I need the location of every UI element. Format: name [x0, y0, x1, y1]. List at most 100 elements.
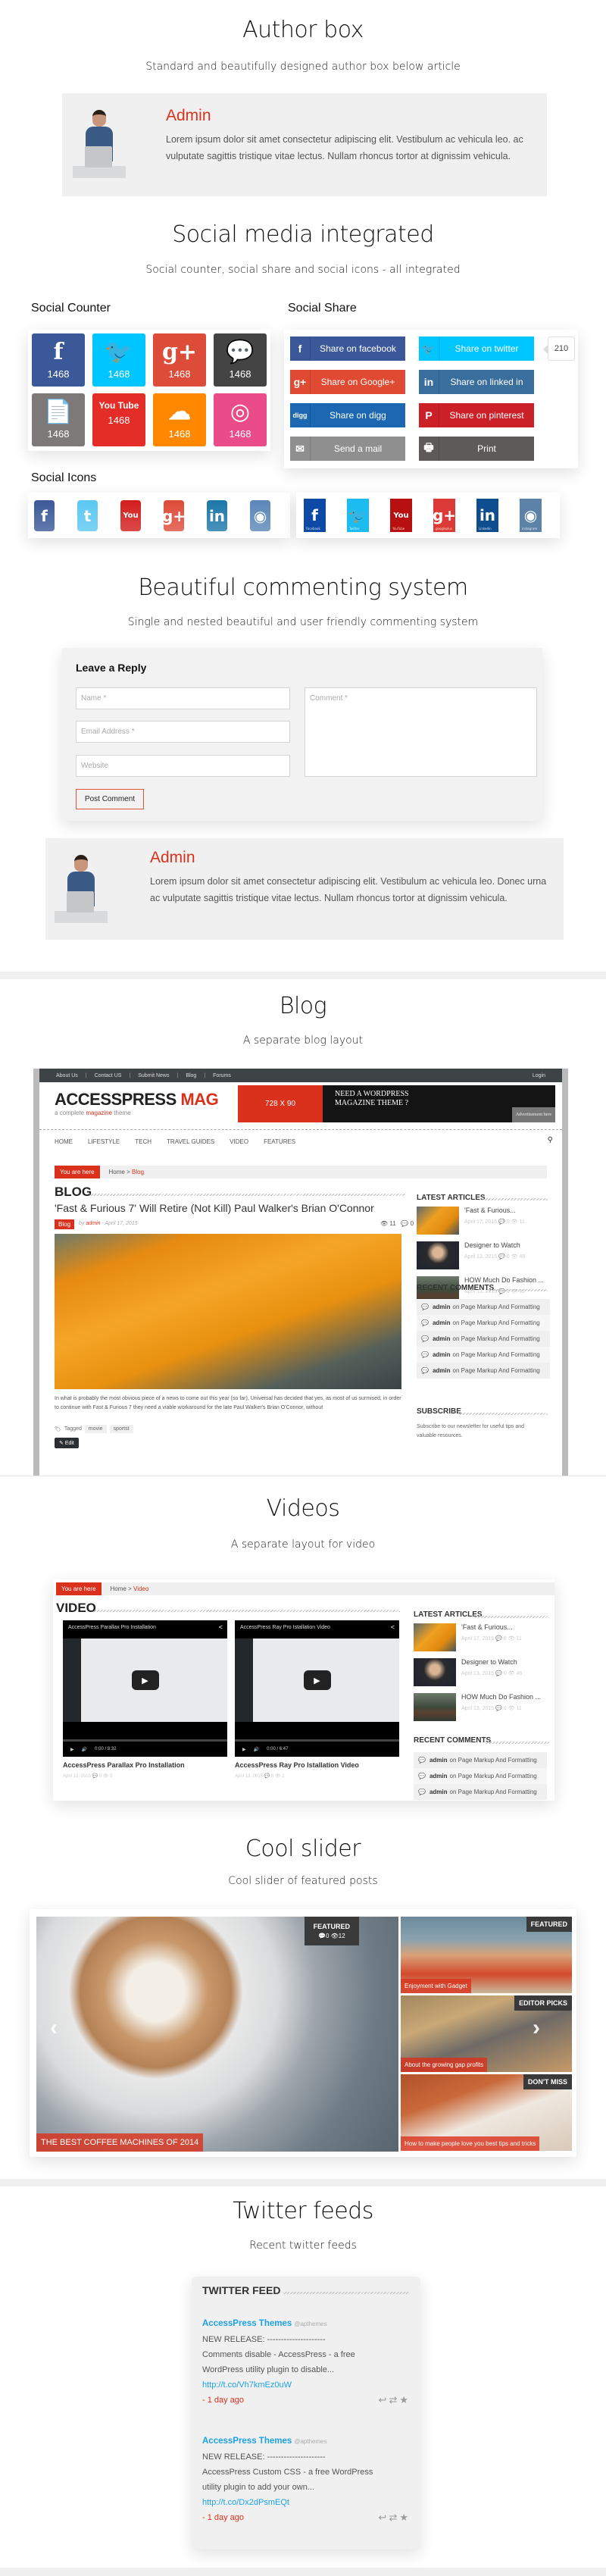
post-tag[interactable]: sportst: [109, 1425, 133, 1433]
side-slide-caption[interactable]: Enjoyment with Gadget: [401, 1979, 471, 1993]
side-slide[interactable]: EDITOR PICKS About the growing gap profit…: [401, 1995, 572, 2072]
twitter-icon[interactable]: t: [77, 500, 98, 531]
counter-tile-facebook[interactable]: f 1468: [32, 333, 85, 387]
side-slide-caption[interactable]: How to make people love you best tips an…: [401, 2136, 540, 2151]
topbar-link[interactable]: Submit News: [138, 1073, 169, 1078]
play-button[interactable]: ▶: [131, 1670, 159, 1690]
retweet-icon[interactable]: ⇄: [389, 2512, 399, 2523]
article-title[interactable]: HOW Much Do Fashion ...: [461, 1693, 541, 1701]
website-input[interactable]: Website: [76, 755, 290, 777]
reply-icon[interactable]: ↩: [379, 2512, 389, 2523]
share-mail-button[interactable]: ✉ Send a mail: [290, 437, 405, 461]
linkedin-icon[interactable]: in: [207, 500, 227, 531]
twitter-icon[interactable]: 🐦 Twitter: [347, 499, 369, 532]
post-featured-image[interactable]: [55, 1234, 401, 1389]
favorite-icon[interactable]: ★: [399, 2394, 411, 2405]
tweet-handle[interactable]: @apthemes: [294, 2321, 326, 2327]
volume-icon[interactable]: 🔊: [254, 1747, 259, 1752]
facebook-icon[interactable]: f Facebook: [304, 499, 326, 532]
share-digg-button[interactable]: digg Share on digg: [290, 403, 405, 427]
site-logo[interactable]: ACCESSPRESS MAG: [55, 1090, 219, 1110]
recent-comment-item[interactable]: 💬 admin on Page Markup And Formatting: [414, 1768, 547, 1784]
search-icon[interactable]: ⚲: [548, 1136, 553, 1144]
topbar-link[interactable]: Blog: [186, 1073, 196, 1078]
youtube-icon[interactable]: You: [120, 500, 141, 531]
tweet-account[interactable]: AccessPress Themes: [202, 2437, 292, 2446]
recent-comment-item[interactable]: 💬 admin on Page Markup And Formatting: [417, 1315, 550, 1331]
instagram-icon[interactable]: ◉ instagram: [520, 499, 542, 532]
video-caption[interactable]: AccessPress Parallax Pro Installation: [63, 1761, 185, 1769]
slider-next-arrow[interactable]: ›: [533, 2015, 540, 2041]
recent-comment-item[interactable]: 💬 admin on Page Markup And Formatting: [417, 1347, 550, 1363]
meta-author[interactable]: admin: [86, 1221, 100, 1226]
share-pinterest-button[interactable]: P Share on pinterest: [419, 403, 534, 427]
nav-item-home[interactable]: HOME: [55, 1138, 73, 1145]
facebook-icon[interactable]: f: [34, 500, 55, 531]
comment-post[interactable]: Page Markup And Formatting: [461, 1367, 540, 1374]
recent-comment-item[interactable]: 💬 admin on Page Markup And Formatting: [414, 1784, 547, 1800]
video-player[interactable]: AccessPress Parallax Pro Installation < ▶ ▶…: [63, 1620, 227, 1757]
comment-post[interactable]: Page Markup And Formatting: [461, 1351, 540, 1358]
nav-item-tech[interactable]: TECH: [135, 1138, 152, 1145]
recent-comment-item[interactable]: 💬 admin on Page Markup And Formatting: [414, 1752, 547, 1768]
comment-post[interactable]: Page Markup And Formatting: [458, 1789, 537, 1795]
article-title[interactable]: 'Fast & Furious...: [464, 1207, 525, 1214]
side-slide-caption[interactable]: About the growing gap profits: [401, 2058, 488, 2072]
googleplus-icon[interactable]: g+: [162, 500, 186, 531]
comment-author[interactable]: admin: [433, 1335, 451, 1342]
comment-post[interactable]: Page Markup And Formatting: [461, 1319, 540, 1326]
tweet-account[interactable]: AccessPress Themes: [202, 2319, 292, 2328]
nav-item-lifestyle[interactable]: LIFESTYLE: [88, 1138, 120, 1145]
counter-tile-googleplus[interactable]: g+ 1468: [153, 333, 206, 387]
recent-comment-item[interactable]: 💬 admin on Page Markup And Formatting: [417, 1363, 550, 1379]
latest-article-item[interactable]: 'Fast & Furious... April 17, 2015 💬 0 👁 1…: [417, 1207, 525, 1235]
article-thumbnail[interactable]: [417, 1241, 459, 1269]
slider-prev-arrow[interactable]: ‹: [50, 2015, 58, 2041]
comment-post[interactable]: Page Markup And Formatting: [461, 1304, 540, 1310]
comment-author[interactable]: admin: [433, 1319, 451, 1326]
slide-main-caption[interactable]: THE BEST COFFEE MACHINES OF 2014: [36, 2133, 204, 2152]
post-comment-button[interactable]: Post Comment: [76, 789, 144, 809]
slide-main[interactable]: FEATURED 💬0 👁12 THE BEST COFFEE MACHINES …: [36, 1917, 398, 2152]
tweet-handle[interactable]: @apthemes: [294, 2438, 326, 2445]
retweet-icon[interactable]: ⇄: [389, 2394, 399, 2405]
favorite-icon[interactable]: ★: [399, 2512, 411, 2523]
comment-author[interactable]: admin: [430, 1757, 448, 1764]
volume-icon[interactable]: 🔊: [82, 1747, 87, 1752]
linkedin-icon[interactable]: in Linkedin: [476, 499, 498, 532]
email-input[interactable]: Email Address *: [76, 721, 290, 743]
youtube-icon[interactable]: You YouTube: [390, 499, 412, 532]
tweet-link[interactable]: http://t.co/Dx2dPsmEQt: [202, 2495, 411, 2510]
edit-button[interactable]: ✎ Edit: [55, 1438, 79, 1448]
share-linkedin-button[interactable]: in Share on linked in: [419, 370, 534, 394]
side-slide[interactable]: DON'T MISS How to make people love you be…: [401, 2074, 572, 2151]
comment-author[interactable]: admin: [430, 1773, 448, 1779]
counter-tile-twitter[interactable]: 🐦 1468: [92, 333, 145, 387]
article-thumbnail[interactable]: [417, 1207, 459, 1235]
nav-item-travel-guides[interactable]: TRAVEL GUIDES: [167, 1138, 214, 1145]
author-name[interactable]: Admin: [150, 849, 195, 867]
recent-comment-item[interactable]: 💬 admin on Page Markup And Formatting: [417, 1299, 550, 1315]
play-icon[interactable]: ▶: [70, 1747, 74, 1752]
post-category[interactable]: Blog: [55, 1219, 75, 1229]
article-title[interactable]: HOW Much Do Fashion ...: [464, 1276, 544, 1284]
article-title[interactable]: 'Fast & Furious...: [461, 1623, 522, 1631]
latest-article-item[interactable]: HOW Much Do Fashion ... April 13, 2015 💬 …: [414, 1693, 541, 1721]
recent-comment-item[interactable]: 💬 admin on Page Markup And Formatting: [417, 1331, 550, 1347]
comment-author[interactable]: admin: [433, 1367, 451, 1374]
share-googleplus-button[interactable]: g+ Share on Google+: [290, 370, 405, 394]
article-thumbnail[interactable]: [414, 1693, 456, 1721]
article-thumbnail[interactable]: [414, 1658, 456, 1686]
comment-author[interactable]: admin: [433, 1304, 451, 1310]
topbar-link[interactable]: Forums: [213, 1073, 231, 1078]
topbar-link[interactable]: Contact US: [95, 1073, 122, 1078]
counter-tile-youtube[interactable]: You Tube 1468: [92, 393, 145, 446]
article-title[interactable]: Designer to Watch: [464, 1241, 525, 1249]
article-title[interactable]: Designer to Watch: [461, 1658, 522, 1666]
breadcrumb-home[interactable]: Home: [111, 1585, 127, 1592]
share-icon[interactable]: <: [219, 1623, 223, 1631]
latest-article-item[interactable]: Designer to Watch April 13, 2015 💬 0 👁 46: [417, 1241, 525, 1269]
instagram-icon[interactable]: ◉: [250, 500, 270, 531]
video-caption[interactable]: AccessPress Ray Pro Istallation Video: [235, 1761, 359, 1769]
comment-author[interactable]: admin: [430, 1789, 448, 1795]
